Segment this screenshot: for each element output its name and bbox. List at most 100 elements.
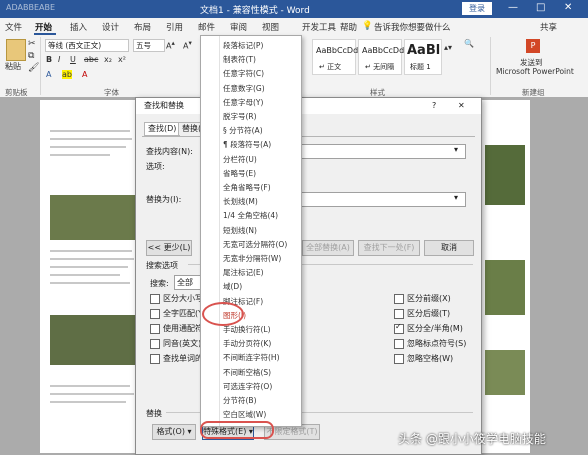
- text-effects-icon[interactable]: A: [46, 70, 51, 79]
- menu-item[interactable]: § 分节符(A): [223, 125, 263, 136]
- format-button[interactable]: 格式(O) ▾: [152, 424, 196, 440]
- document-image[interactable]: [50, 195, 135, 240]
- send-to-ppt-label[interactable]: Microsoft PowerPoint: [496, 67, 574, 76]
- text-line: [50, 250, 132, 252]
- format-painter-icon[interactable]: 🖌: [28, 63, 39, 73]
- font-color-icon[interactable]: A: [82, 70, 87, 79]
- menu-item[interactable]: 短划线(N): [223, 225, 257, 236]
- replace-all-button[interactable]: 全部替换(A): [302, 240, 354, 256]
- menu-item[interactable]: 任意字符(C): [223, 68, 264, 79]
- menu-item[interactable]: 任意字母(Y): [223, 97, 263, 108]
- font-size-select[interactable]: 五号: [133, 39, 165, 52]
- menu-item[interactable]: 不间断空格(S): [223, 367, 271, 378]
- menu-item[interactable]: 1/4 全角空格(4): [223, 210, 278, 221]
- find-icon[interactable]: 🔍: [464, 39, 474, 48]
- search-option-checkbox[interactable]: [394, 339, 404, 349]
- clipboard-icon: [6, 39, 26, 61]
- menu-item[interactable]: 长划线(M): [223, 196, 258, 207]
- tab-developer[interactable]: 开发工具: [302, 21, 336, 33]
- tab-insert[interactable]: 插入: [70, 21, 87, 33]
- style-heading-1[interactable]: AaBl 标题 1: [404, 39, 442, 75]
- help-button[interactable]: ?: [432, 98, 436, 114]
- tell-me-search[interactable]: 告诉我你想要做什么: [374, 21, 451, 33]
- tab-view[interactable]: 视图: [262, 21, 279, 33]
- document-image[interactable]: [485, 145, 525, 205]
- share-button[interactable]: 共享: [540, 21, 557, 33]
- menu-item[interactable]: 无宽非分隔符(W): [223, 253, 281, 264]
- menu-item[interactable]: 不间断连字符(H): [223, 352, 280, 363]
- tab-design[interactable]: 设计: [102, 21, 119, 33]
- login-button[interactable]: 登录: [462, 2, 492, 15]
- menu-item[interactable]: 任意数字(G): [223, 83, 265, 94]
- menu-item[interactable]: 省略号(E): [223, 168, 256, 179]
- search-option-checkbox[interactable]: [150, 339, 160, 349]
- search-option-checkbox[interactable]: [394, 294, 404, 304]
- less-button[interactable]: << 更少(L): [146, 240, 192, 256]
- font-name-select[interactable]: 等线 (西文正文): [45, 39, 129, 52]
- underline-button[interactable]: U: [70, 55, 76, 64]
- search-option-checkbox[interactable]: [394, 322, 404, 334]
- tab-find[interactable]: 查找(D): [144, 122, 181, 136]
- document-image[interactable]: [50, 315, 135, 365]
- search-option-checkbox[interactable]: [394, 309, 404, 319]
- menu-item[interactable]: 域(D): [223, 281, 242, 292]
- tab-review[interactable]: 审阅: [230, 21, 247, 33]
- tab-references[interactable]: 引用: [166, 21, 183, 33]
- cut-icon[interactable]: ✂: [28, 39, 36, 49]
- search-option-checkbox[interactable]: [150, 324, 160, 334]
- find-next-button[interactable]: 查找下一处(F): [358, 240, 420, 256]
- search-option-checkbox-label[interactable]: 忽略空格(W): [407, 353, 453, 364]
- powerpoint-icon[interactable]: P: [526, 39, 540, 53]
- menu-item[interactable]: 分节符(B): [223, 395, 257, 406]
- search-option-checkbox-label[interactable]: 区分前缀(X): [407, 293, 451, 304]
- close-button[interactable]: ✕: [564, 2, 572, 13]
- shrink-font-icon[interactable]: A▾: [183, 39, 192, 51]
- superscript-button[interactable]: x²: [118, 55, 126, 64]
- tab-home[interactable]: 开始: [35, 21, 52, 33]
- paste-button[interactable]: 粘贴: [5, 61, 21, 72]
- menu-item[interactable]: 手动分页符(K): [223, 338, 271, 349]
- search-option-checkbox[interactable]: [150, 354, 160, 364]
- styles-scroll-icon[interactable]: ▴▾: [444, 43, 452, 52]
- copy-icon[interactable]: ⧉: [28, 51, 34, 61]
- menu-item[interactable]: 段落标记(P): [223, 40, 263, 51]
- cancel-button[interactable]: 取消: [424, 240, 474, 256]
- search-option-checkbox-label[interactable]: 区分全/半角(M): [407, 323, 463, 334]
- restore-button[interactable]: □: [536, 2, 545, 13]
- search-option-checkbox[interactable]: [150, 309, 160, 319]
- tab-mailings[interactable]: 邮件: [198, 21, 215, 33]
- menu-item[interactable]: 制表符(T): [223, 54, 256, 65]
- replace-history-chevron-icon[interactable]: ▾: [454, 193, 458, 202]
- bold-button[interactable]: B: [46, 55, 52, 64]
- dialog-close-button[interactable]: ✕: [458, 98, 465, 114]
- highlight-icon[interactable]: ab: [62, 70, 72, 79]
- italic-button[interactable]: I: [58, 55, 60, 64]
- style-no-spacing[interactable]: AaBbCcDd ↵ 无间隔: [358, 39, 404, 75]
- search-option-checkbox[interactable]: [150, 294, 160, 304]
- search-option-checkbox[interactable]: [394, 354, 404, 364]
- menu-item[interactable]: 脱字号(R): [223, 111, 257, 122]
- menu-item[interactable]: 可选连字符(O): [223, 381, 272, 392]
- subscript-button[interactable]: x₂: [104, 55, 112, 64]
- tab-layout[interactable]: 布局: [134, 21, 151, 33]
- menu-item[interactable]: 尾注标记(E): [223, 267, 264, 278]
- tab-help[interactable]: 帮助: [340, 21, 357, 33]
- minimize-button[interactable]: —: [508, 2, 518, 13]
- tab-file[interactable]: 文件: [5, 21, 22, 33]
- text-line: [50, 130, 130, 132]
- search-option-checkbox-label[interactable]: 忽略标点符号(S): [407, 338, 466, 349]
- menu-item[interactable]: 无宽可选分隔符(O): [223, 239, 287, 250]
- style-normal[interactable]: AaBbCcDd ↵ 正文: [312, 39, 358, 75]
- document-image[interactable]: [485, 350, 525, 395]
- menu-item[interactable]: 手动换行符(L): [223, 324, 271, 335]
- strikethrough-button[interactable]: abc: [84, 55, 98, 64]
- find-history-chevron-icon[interactable]: ▾: [454, 145, 458, 154]
- menu-item[interactable]: ¶ 段落符号(A): [223, 139, 271, 150]
- grow-font-icon[interactable]: A▴: [166, 39, 175, 51]
- document-image[interactable]: [485, 260, 525, 315]
- menu-item[interactable]: 分栏符(U): [223, 154, 257, 165]
- search-option-checkbox-label[interactable]: 区分后缀(T): [407, 308, 450, 319]
- menu-item[interactable]: 空白区域(W): [223, 409, 266, 420]
- menu-item[interactable]: 全角省略号(F): [223, 182, 271, 193]
- options-label: 选项:: [146, 162, 165, 171]
